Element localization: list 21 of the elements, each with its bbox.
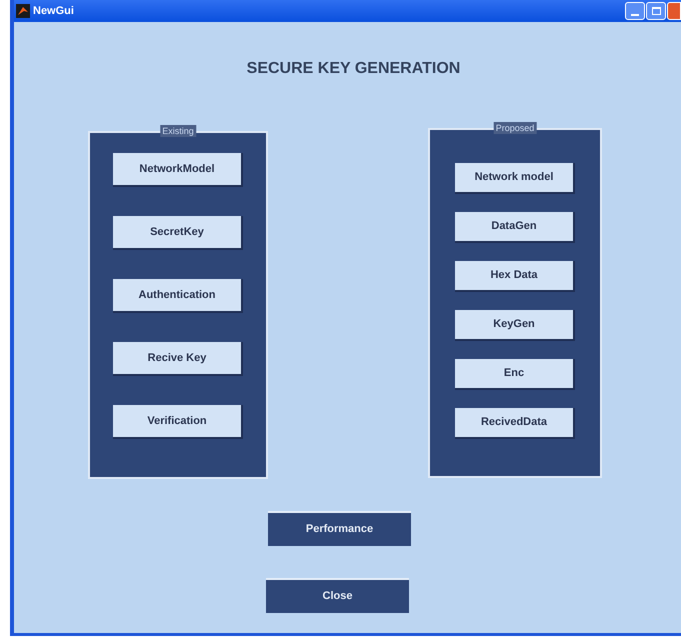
panel-title: Proposed [494,122,536,134]
action-button[interactable]: KeyGen [455,310,575,341]
close-button[interactable] [667,2,681,20]
app-icon [16,4,30,18]
action-button[interactable]: Recive Key [113,342,243,376]
action-button[interactable]: Enc [455,359,575,390]
page-heading: SECURE KEY GENERATION [246,59,462,79]
window-title: NewGui [33,4,74,19]
action-button[interactable]: Close [266,578,409,613]
action-button[interactable]: DataGen [455,212,575,243]
action-button[interactable]: Performance [268,511,411,546]
maximize-button[interactable] [646,2,666,20]
action-button[interactable]: RecivedData [455,408,575,439]
action-button[interactable]: NetworkModel [113,153,243,187]
action-button[interactable]: Verification [113,405,243,439]
action-button[interactable]: SecretKey [113,216,243,250]
action-button[interactable]: Hex Data [455,261,575,292]
action-button[interactable]: Authentication [113,279,243,313]
minimize-button[interactable] [625,2,645,20]
panel-title: Existing [160,125,196,137]
action-button[interactable]: Network model [455,163,575,194]
